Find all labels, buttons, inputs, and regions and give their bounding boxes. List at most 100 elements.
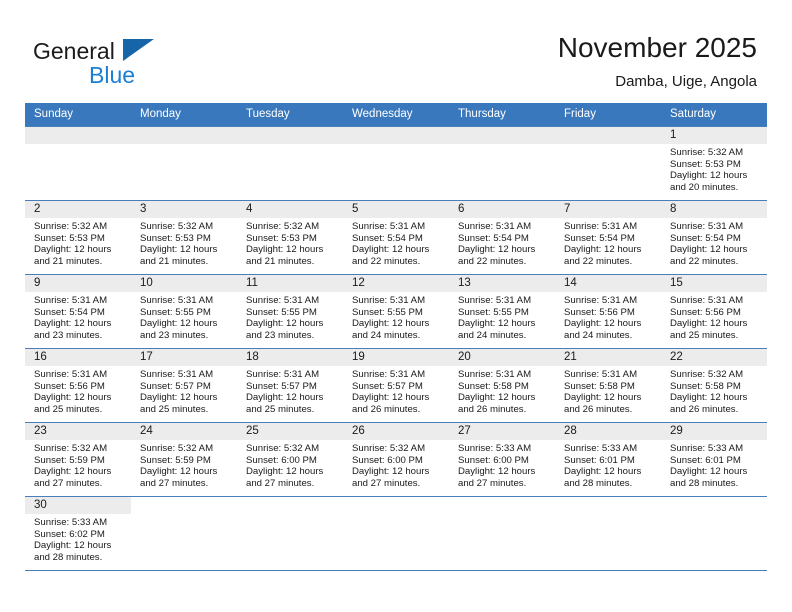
sunrise-text: Sunrise: 5:32 AM (140, 221, 214, 232)
sunset-text: Sunset: 5:53 PM (34, 232, 105, 244)
calendar-cell-day-24[interactable]: 24 Sunrise: 5:32 AM Sunset: 5:59 PM Dayligh… (131, 422, 237, 497)
cell-inner (661, 497, 767, 570)
calendar-cell-day-21[interactable]: 21 Sunrise: 5:31 AM Sunset: 5:58 PM Dayligh… (555, 348, 661, 423)
sunset-text: Sunset: 5:55 PM (352, 306, 423, 318)
sunrise-text: Sunrise: 5:31 AM (246, 369, 320, 380)
day-details: Sunrise: 5:31 AM Sunset: 5:55 PM Daylight:… (343, 292, 449, 341)
day-details: Sunrise: 5:32 AM Sunset: 5:53 PM Daylight:… (131, 218, 237, 267)
sunrise-text: Sunrise: 5:32 AM (34, 443, 108, 454)
brand-logo[interactable]: General Blue (33, 38, 233, 90)
daylight-text-line1: Daylight: 12 hours (140, 392, 218, 404)
calendar-cell-day-25[interactable]: 25 Sunrise: 5:32 AM Sunset: 6:00 PM Dayligh… (237, 422, 343, 497)
weekday-header-monday: Monday (131, 103, 237, 127)
calendar-cell-day-11[interactable]: 11 Sunrise: 5:31 AM Sunset: 5:55 PM Dayligh… (237, 274, 343, 349)
calendar-cell-day-17[interactable]: 17 Sunrise: 5:31 AM Sunset: 5:57 PM Dayligh… (131, 348, 237, 423)
day-number-band (25, 127, 131, 144)
sunrise-text: Sunrise: 5:33 AM (670, 443, 744, 454)
calendar-cell-day-14[interactable]: 14 Sunrise: 5:31 AM Sunset: 5:56 PM Dayligh… (555, 274, 661, 349)
day-number: 20 (449, 349, 555, 366)
daylight-text-line2: and 21 minutes. (140, 255, 209, 267)
daylight-text-line1: Daylight: 12 hours (564, 466, 642, 478)
cell-inner: 15 Sunrise: 5:31 AM Sunset: 5:56 PM Dayligh… (661, 275, 767, 348)
calendar-body: 1 Sunrise: 5:32 AM Sunset: 5:53 PM Daylight… (25, 126, 767, 571)
calendar-cell-day-6[interactable]: 6 Sunrise: 5:31 AM Sunset: 5:54 PM Daylight… (449, 200, 555, 275)
calendar-cell-day-18[interactable]: 18 Sunrise: 5:31 AM Sunset: 5:57 PM Dayligh… (237, 348, 343, 423)
daylight-text-line1: Daylight: 12 hours (670, 244, 748, 256)
calendar-cell-day-23[interactable]: 23 Sunrise: 5:32 AM Sunset: 5:59 PM Dayligh… (25, 422, 131, 497)
day-number-band (343, 127, 449, 144)
calendar-cell-day-13[interactable]: 13 Sunrise: 5:31 AM Sunset: 5:55 PM Dayligh… (449, 274, 555, 349)
sunset-text: Sunset: 5:58 PM (564, 380, 635, 392)
daylight-text-line1: Daylight: 12 hours (140, 318, 218, 330)
calendar-cell-day-2[interactable]: 2 Sunrise: 5:32 AM Sunset: 5:53 PM Daylight… (25, 200, 131, 275)
day-number: 29 (661, 423, 767, 440)
calendar-cell-day-16[interactable]: 16 Sunrise: 5:31 AM Sunset: 5:56 PM Dayligh… (25, 348, 131, 423)
daylight-text-line2: and 26 minutes. (458, 403, 527, 415)
calendar-cell-blank (555, 496, 661, 571)
cell-inner: 28 Sunrise: 5:33 AM Sunset: 6:01 PM Dayligh… (555, 423, 661, 496)
day-details: Sunrise: 5:31 AM Sunset: 5:54 PM Daylight:… (449, 218, 555, 267)
calendar-cell-day-10[interactable]: 10 Sunrise: 5:31 AM Sunset: 5:55 PM Dayligh… (131, 274, 237, 349)
sunset-text: Sunset: 5:57 PM (246, 380, 317, 392)
calendar-cell-blank (343, 496, 449, 571)
cell-inner: 20 Sunrise: 5:31 AM Sunset: 5:58 PM Dayligh… (449, 349, 555, 422)
daylight-text-line2: and 22 minutes. (352, 255, 421, 267)
calendar-cell-day-22[interactable]: 22 Sunrise: 5:32 AM Sunset: 5:58 PM Dayligh… (661, 348, 767, 423)
sunrise-text: Sunrise: 5:32 AM (670, 147, 744, 158)
calendar-cell-day-30[interactable]: 30 Sunrise: 5:33 AM Sunset: 6:02 PM Dayligh… (25, 496, 131, 571)
calendar-cell-day-3[interactable]: 3 Sunrise: 5:32 AM Sunset: 5:53 PM Daylight… (131, 200, 237, 275)
calendar-cell-day-19[interactable]: 19 Sunrise: 5:31 AM Sunset: 5:57 PM Dayligh… (343, 348, 449, 423)
calendar-week-row: 2 Sunrise: 5:32 AM Sunset: 5:53 PM Daylight… (25, 200, 767, 275)
day-details: Sunrise: 5:31 AM Sunset: 5:57 PM Daylight:… (343, 366, 449, 415)
calendar-cell-day-28[interactable]: 28 Sunrise: 5:33 AM Sunset: 6:01 PM Dayligh… (555, 422, 661, 497)
sunrise-text: Sunrise: 5:31 AM (458, 295, 532, 306)
cell-inner (555, 127, 661, 200)
calendar-cell-day-29[interactable]: 29 Sunrise: 5:33 AM Sunset: 6:01 PM Dayligh… (661, 422, 767, 497)
calendar-cell-day-27[interactable]: 27 Sunrise: 5:33 AM Sunset: 6:00 PM Dayligh… (449, 422, 555, 497)
calendar-cell-day-15[interactable]: 15 Sunrise: 5:31 AM Sunset: 5:56 PM Dayligh… (661, 274, 767, 349)
day-number: 14 (555, 275, 661, 292)
day-details: Sunrise: 5:31 AM Sunset: 5:55 PM Daylight:… (237, 292, 343, 341)
calendar-cell-day-4[interactable]: 4 Sunrise: 5:32 AM Sunset: 5:53 PM Daylight… (237, 200, 343, 275)
cell-inner: 19 Sunrise: 5:31 AM Sunset: 5:57 PM Dayligh… (343, 349, 449, 422)
day-details: Sunrise: 5:31 AM Sunset: 5:58 PM Daylight:… (449, 366, 555, 415)
sunrise-text: Sunrise: 5:32 AM (352, 443, 426, 454)
daylight-text-line1: Daylight: 12 hours (34, 318, 112, 330)
sunset-text: Sunset: 5:55 PM (458, 306, 529, 318)
calendar-cell-day-12[interactable]: 12 Sunrise: 5:31 AM Sunset: 5:55 PM Dayligh… (343, 274, 449, 349)
calendar-cell-day-9[interactable]: 9 Sunrise: 5:31 AM Sunset: 5:54 PM Daylight… (25, 274, 131, 349)
cell-inner (237, 497, 343, 570)
cell-inner: 17 Sunrise: 5:31 AM Sunset: 5:57 PM Dayligh… (131, 349, 237, 422)
calendar-cell-day-26[interactable]: 26 Sunrise: 5:32 AM Sunset: 6:00 PM Dayligh… (343, 422, 449, 497)
sunrise-text: Sunrise: 5:31 AM (564, 295, 638, 306)
cell-inner (449, 127, 555, 200)
cell-inner: 23 Sunrise: 5:32 AM Sunset: 5:59 PM Dayligh… (25, 423, 131, 496)
calendar-cell-day-1[interactable]: 1 Sunrise: 5:32 AM Sunset: 5:53 PM Daylight… (661, 126, 767, 201)
day-number: 16 (25, 349, 131, 366)
day-details: Sunrise: 5:32 AM Sunset: 5:53 PM Daylight:… (661, 144, 767, 193)
sunrise-text: Sunrise: 5:33 AM (34, 517, 108, 528)
sunset-text: Sunset: 5:53 PM (670, 158, 741, 170)
sunset-text: Sunset: 5:56 PM (34, 380, 105, 392)
sunset-text: Sunset: 5:57 PM (140, 380, 211, 392)
calendar-cell-day-8[interactable]: 8 Sunrise: 5:31 AM Sunset: 5:54 PM Daylight… (661, 200, 767, 275)
daylight-text-line2: and 27 minutes. (246, 477, 315, 489)
calendar-cell-blank (449, 496, 555, 571)
day-details: Sunrise: 5:32 AM Sunset: 6:00 PM Daylight:… (343, 440, 449, 489)
daylight-text-line1: Daylight: 12 hours (34, 244, 112, 256)
calendar-cell-empty (237, 126, 343, 201)
day-details: Sunrise: 5:31 AM Sunset: 5:56 PM Daylight:… (661, 292, 767, 341)
calendar-cell-empty (131, 126, 237, 201)
sunrise-text: Sunrise: 5:31 AM (670, 221, 744, 232)
day-number: 27 (449, 423, 555, 440)
calendar-cell-day-5[interactable]: 5 Sunrise: 5:31 AM Sunset: 5:54 PM Daylight… (343, 200, 449, 275)
calendar-cell-day-7[interactable]: 7 Sunrise: 5:31 AM Sunset: 5:54 PM Daylight… (555, 200, 661, 275)
day-details: Sunrise: 5:33 AM Sunset: 6:02 PM Daylight:… (25, 514, 131, 563)
daylight-text-line2: and 28 minutes. (34, 551, 103, 563)
day-details: Sunrise: 5:32 AM Sunset: 5:59 PM Daylight:… (25, 440, 131, 489)
calendar-cell-empty (449, 126, 555, 201)
sunset-text: Sunset: 5:54 PM (670, 232, 741, 244)
cell-inner: 2 Sunrise: 5:32 AM Sunset: 5:53 PM Daylight… (25, 201, 131, 274)
calendar-cell-day-20[interactable]: 20 Sunrise: 5:31 AM Sunset: 5:58 PM Dayligh… (449, 348, 555, 423)
calendar-cell-blank (661, 496, 767, 571)
